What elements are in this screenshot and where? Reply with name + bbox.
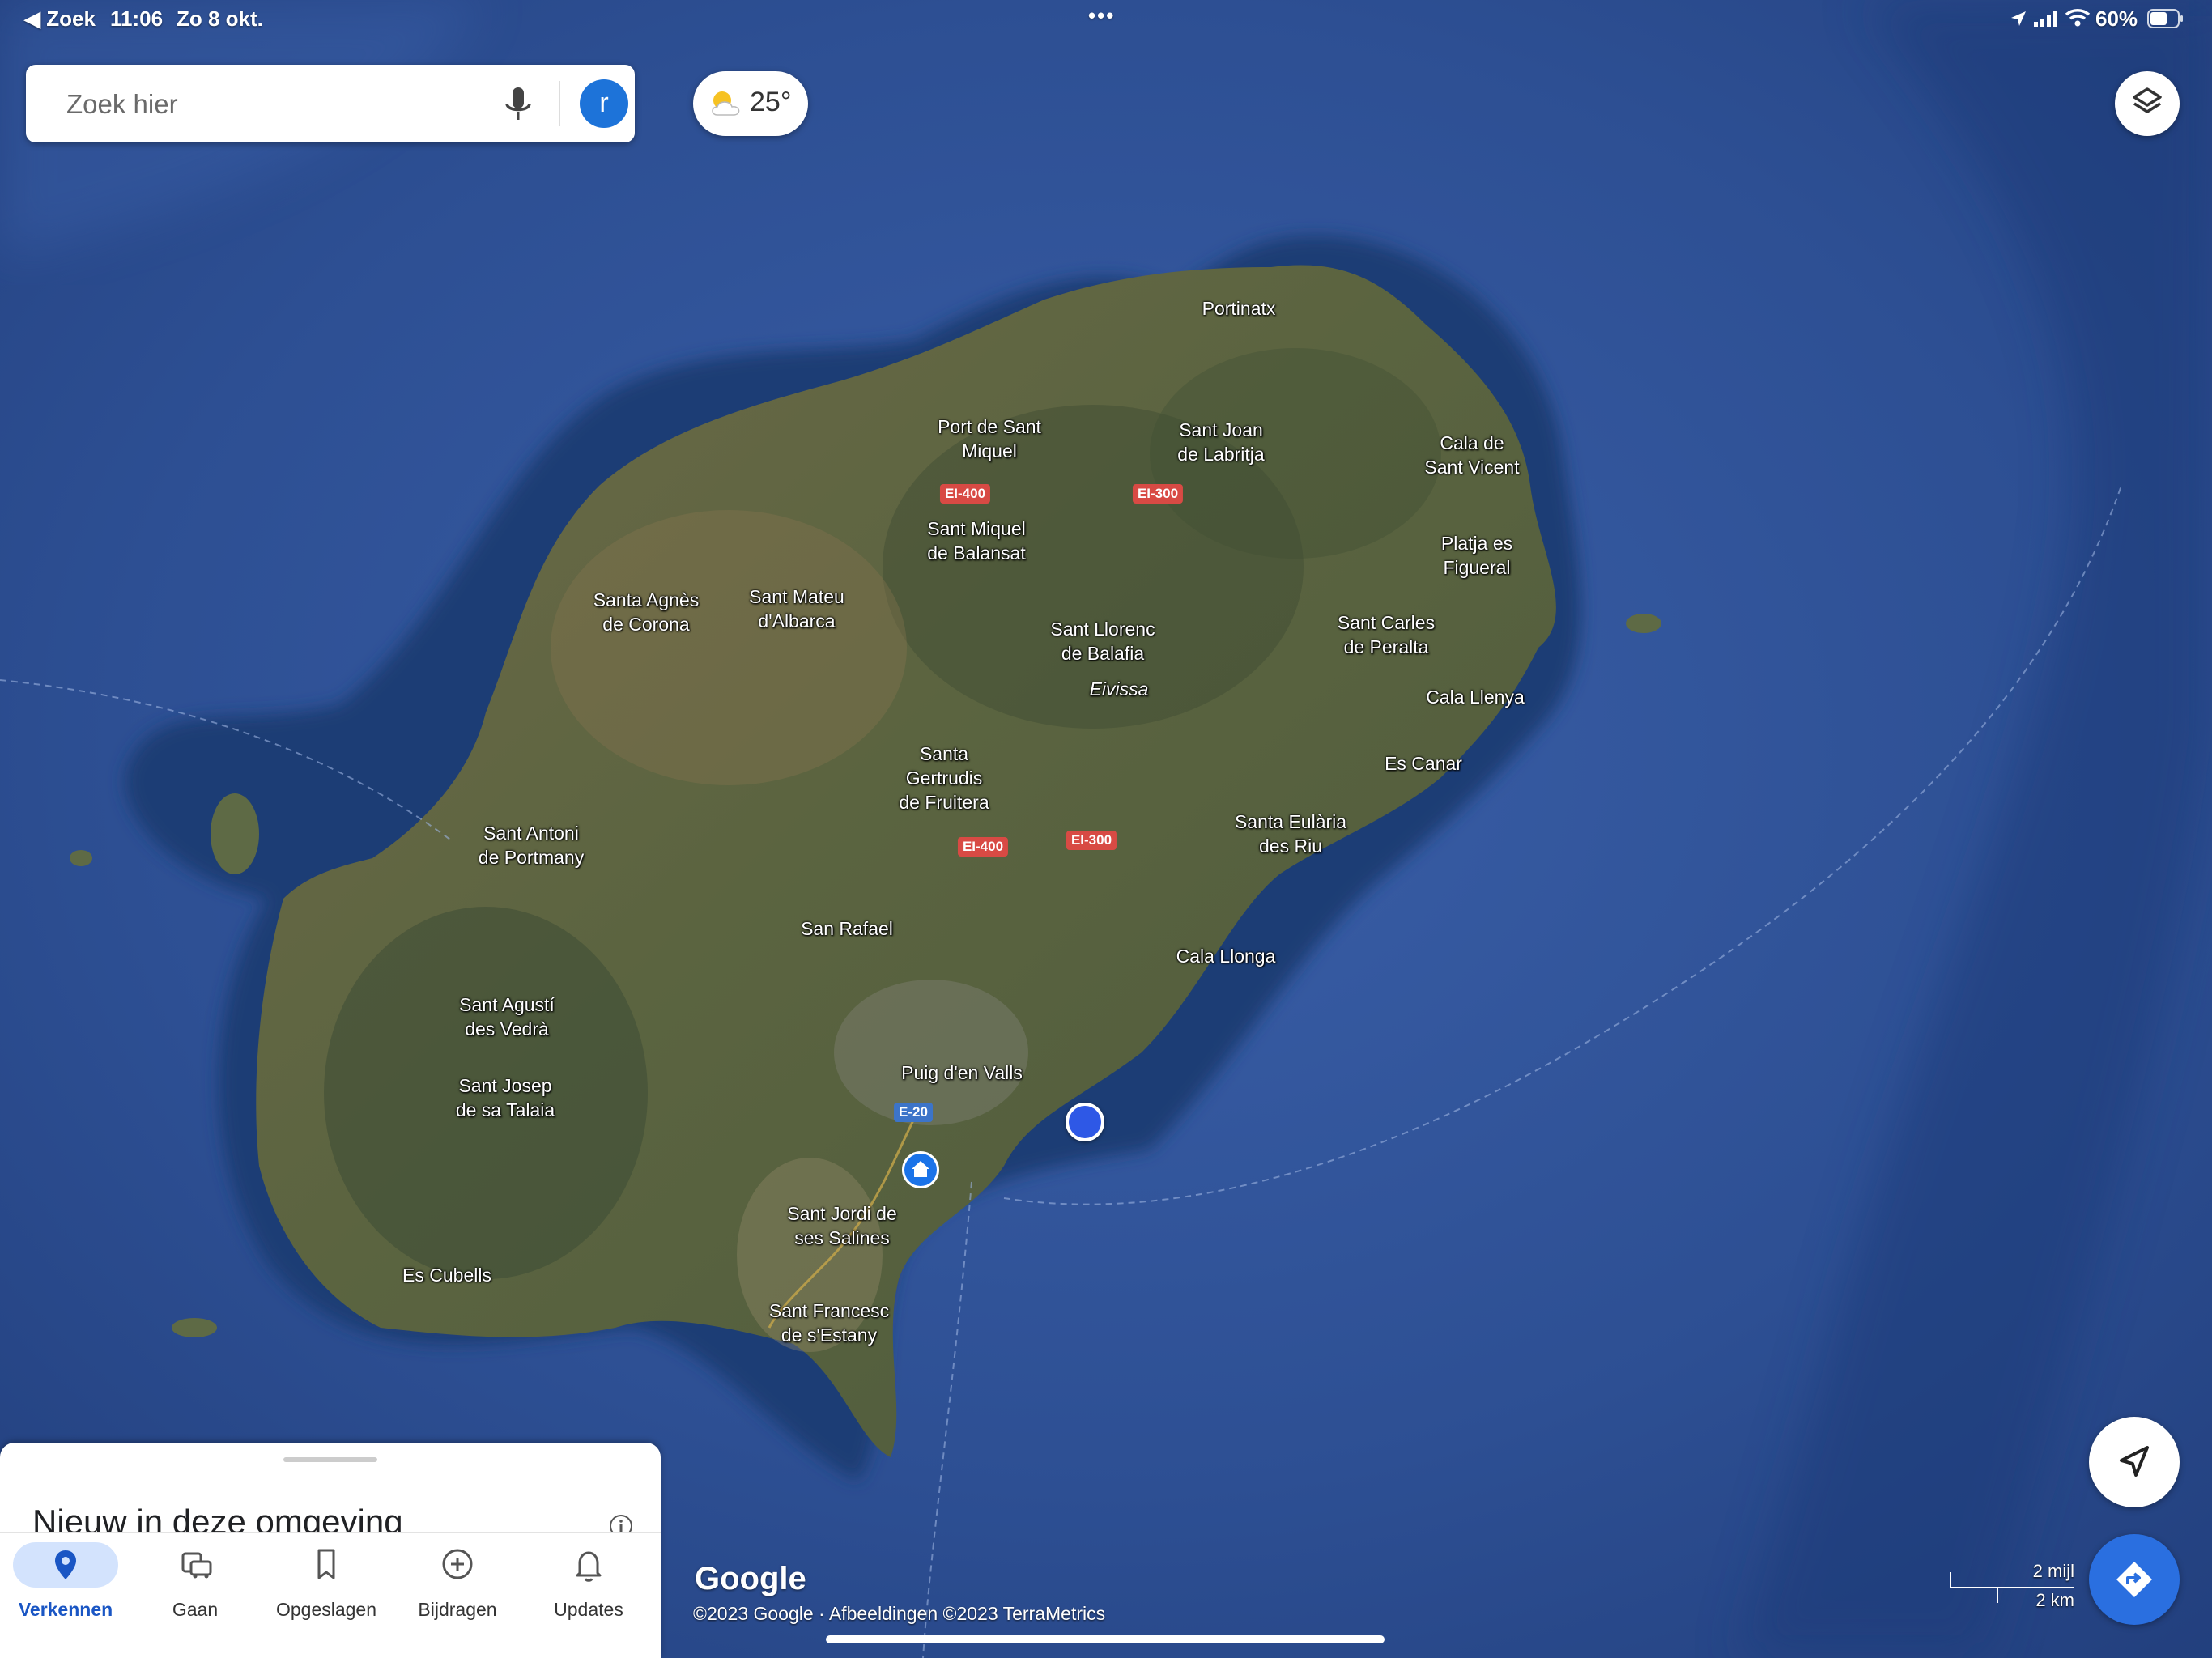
google-logo: Google [695,1561,806,1596]
place-label-port-de-sant-miquel: Port de Sant Miquel [938,416,1041,461]
place-label-sant-miquel: Sant Miquel de Balansat [927,518,1026,563]
weather-chip[interactable]: 25° [693,71,808,136]
road-shield: EI-400 [957,837,1009,857]
place-label-sant-agusti: Sant Agustí des Vedrà [459,994,555,1039]
scale-line [1950,1587,2074,1588]
multitasking-dots[interactable]: ••• [1088,3,1115,28]
nav-label: Updates [554,1599,623,1620]
place-label-sant-joan: Sant Joan de Labritja [1177,419,1265,465]
nav-active-indicator [13,1542,118,1588]
back-to-search-link[interactable]: ◀ Zoek [24,6,96,32]
scale-bar: 2 mijl 2 km [1950,1561,2074,1610]
nav-label: Verkennen [18,1599,113,1620]
place-label-sant-josep: Sant Josep de sa Talaia [455,1075,555,1120]
nav-tab-verkennen[interactable]: Verkennen [0,1533,131,1658]
scale-tick [1950,1572,1951,1588]
road-shield: EI-400 [939,484,991,504]
current-location-dot[interactable] [1066,1103,1104,1141]
place-label-platja-es-figueral: Platja es Figueral [1440,533,1513,578]
nav-icon-container [143,1542,248,1588]
search-input[interactable] [65,81,449,128]
place-label-sant-antoni: Sant Antoni de Portmany [478,823,585,868]
nav-tab-bijdragen[interactable]: Bijdragen [392,1533,523,1658]
place-label-cala-de-sant-vicent: Cala de Sant Vicent [1424,432,1520,478]
road-shield: EI-300 [1132,484,1184,504]
status-date: Zo 8 okt. [177,6,263,31]
wifi-icon [2065,8,2091,32]
scale-tick [1997,1587,1998,1603]
satellite-map[interactable] [0,0,2212,1658]
signal-icon [2034,10,2060,32]
search-bar[interactable]: r [26,65,635,142]
bottom-navigation: Verkennen Gaan Opgeslagen Bijdragen Upda… [0,1532,661,1658]
my-location-button[interactable] [2089,1417,2180,1507]
place-label-sant-jordi: Sant Jordi de ses Salines [787,1203,897,1248]
microphone-icon[interactable] [502,86,534,127]
nav-tab-gaan[interactable]: Gaan [130,1533,261,1658]
bookmark-icon [317,1549,335,1579]
commute-icon [181,1552,212,1579]
home-icon [912,1161,929,1177]
place-label-puig-den-valls: Puig d'en Valls [901,1062,1023,1083]
place-label-es-canar: Es Canar [1385,753,1462,774]
nav-tab-updates[interactable]: Updates [523,1533,654,1658]
home-marker[interactable] [902,1151,939,1188]
navigation-arrow-icon [2120,1446,2149,1477]
search-divider [559,81,560,126]
nav-icon-container [274,1542,379,1588]
layers-button[interactable] [2115,71,2180,136]
add-circle-icon [442,1549,473,1579]
place-label-sant-mateu: Sant Mateu d'Albarca [749,586,844,631]
status-time: 11:06 [110,6,164,31]
place-label-sant-carles: Sant Carles de Peralta [1337,612,1436,657]
partly-sunny-icon [708,87,743,124]
location-arrow-icon [2010,10,2027,32]
scale-miles-label: 2 mijl [2032,1561,2074,1581]
home-indicator[interactable] [826,1635,1385,1643]
place-label-eivissa: Eivissa [1089,678,1149,699]
nav-tab-opgeslagen[interactable]: Opgeslagen [261,1533,392,1658]
place-label-sant-francesc: Sant Francesc de s'Estany [768,1300,890,1346]
place-label-portinatx: Portinatx [1202,298,1276,319]
nav-icon-container [405,1542,510,1588]
sheet-drag-handle[interactable] [283,1457,377,1462]
road-shield: EI-300 [1066,831,1117,850]
directions-icon [2116,1562,2152,1597]
nav-label: Gaan [172,1599,219,1620]
bell-icon [576,1551,602,1582]
layers-icon [2133,87,2162,113]
road-shield: E-20 [894,1103,933,1122]
nav-label: Bijdragen [418,1599,497,1620]
account-avatar[interactable]: r [580,79,628,128]
explore-bottom-sheet[interactable]: Nieuw in deze omgeving Verkennen Gaan Op… [0,1443,661,1658]
directions-button[interactable] [2089,1534,2180,1625]
nav-label: Opgeslagen [275,1599,377,1620]
place-label-san-rafael: San Rafael [801,918,893,939]
place-label-santa-agnes: Santa Agnès de Corona [593,589,700,635]
place-label-santa-gertrudis: Santa Gertrudis de Fruitera [899,743,989,813]
nav-icon-container [536,1542,641,1588]
place-label-santa-eularia: Santa Eulària des Riu [1234,811,1347,857]
place-label-cala-llonga: Cala Llonga [1176,946,1276,967]
scale-km-label: 2 km [2035,1590,2074,1610]
place-label-es-cubells: Es Cubells [402,1265,491,1286]
battery-icon [2147,9,2184,32]
battery-percentage: 60% [2095,6,2138,31]
place-label-cala-llenya: Cala Llenya [1426,687,1525,708]
map-attribution[interactable]: ©2023 Google · Afbeeldingen ©2023 TerraM… [693,1603,1105,1625]
pin-icon [55,1550,76,1579]
weather-temperature: 25° [750,87,792,117]
place-label-sant-llorenc: Sant Llorenc de Balafia [1050,619,1155,664]
